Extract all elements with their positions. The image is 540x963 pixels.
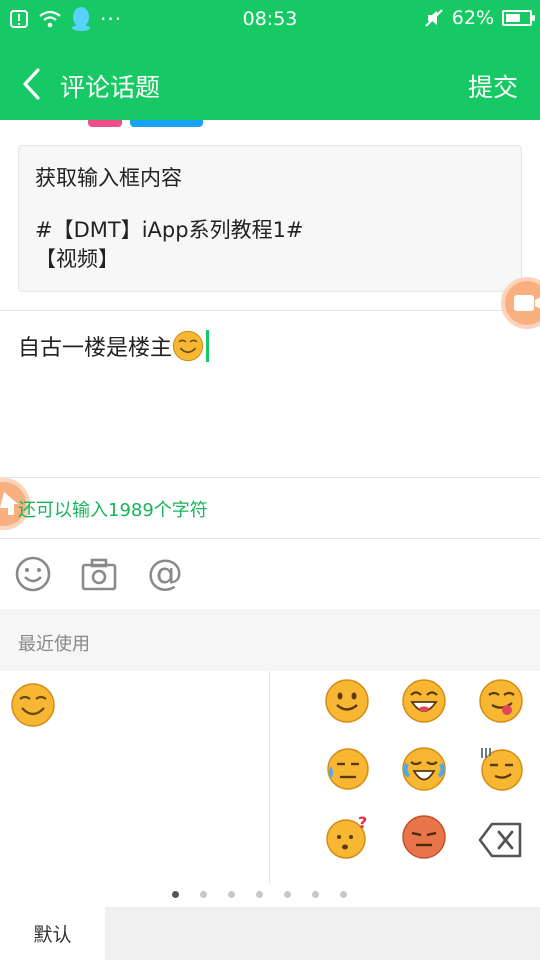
emoji-toggle-icon[interactable]	[14, 555, 52, 593]
page-dot[interactable]	[172, 891, 179, 898]
topic-card: 获取输入框内容 #【DMT】iApp系列教程1# 【视频】	[18, 145, 522, 292]
emoji-tongue[interactable]	[478, 678, 524, 724]
comment-input[interactable]: 自古一楼是楼主	[18, 330, 210, 362]
topic-tags	[0, 120, 540, 128]
camera-icon[interactable]	[80, 555, 118, 593]
panel-separator	[269, 671, 270, 883]
emoji-grin-squint[interactable]	[10, 682, 56, 728]
emoji-cry-laugh[interactable]	[401, 746, 447, 792]
battery-icon	[502, 10, 535, 26]
video-icon	[514, 295, 540, 311]
divider	[0, 310, 540, 311]
page-dot[interactable]	[312, 891, 319, 898]
emoji-panel: 最近使用 ?	[0, 609, 540, 907]
battery-percent: 62%	[451, 7, 494, 29]
emoji-laugh[interactable]	[401, 678, 447, 724]
mute-icon	[425, 9, 443, 27]
page-indicator	[0, 889, 540, 901]
mention-button[interactable]: @	[146, 555, 184, 593]
recent-title: 最近使用	[18, 634, 90, 655]
svg-text:?: ?	[358, 814, 367, 832]
floating-video-button[interactable]	[501, 277, 540, 329]
topic-video-tag: 【视频】	[35, 246, 119, 271]
emoji-smile[interactable]	[324, 678, 370, 724]
topic-hashtag: #【DMT】iApp系列教程1#	[35, 218, 304, 243]
text-caret	[206, 330, 210, 362]
emoji-awkward[interactable]	[478, 746, 524, 792]
topic-title: 获取输入框内容	[35, 166, 182, 190]
comment-input-text: 自古一楼是楼主	[18, 336, 173, 361]
page-dot[interactable]	[200, 891, 207, 898]
emoji-grin-squint-inline	[172, 330, 204, 362]
tab-default[interactable]: 默认	[0, 907, 105, 960]
emoji-tab-bar: 默认	[0, 907, 540, 960]
divider	[0, 477, 540, 478]
page-dot[interactable]	[340, 891, 347, 898]
page-dot[interactable]	[256, 891, 263, 898]
backspace-icon[interactable]	[478, 817, 524, 863]
recent-header: 最近使用	[0, 609, 540, 671]
char-counter: 还可以输入1989个字符	[18, 500, 208, 521]
emoji-confused[interactable]: ?	[324, 814, 370, 860]
nav-bar: 评论话题 提交	[0, 48, 540, 120]
input-toolbar: @	[0, 539, 540, 609]
status-bar: ··· 08:53 62%	[0, 0, 540, 38]
page-dot[interactable]	[228, 891, 235, 898]
app-header: ··· 08:53 62% 评论话题 提交	[0, 0, 540, 120]
back-arrow-icon[interactable]	[18, 64, 48, 104]
emoji-sweat[interactable]	[324, 746, 370, 792]
tag-badge-pink	[88, 120, 122, 127]
page-dot[interactable]	[284, 891, 291, 898]
tag-badge-blue	[130, 120, 203, 127]
emoji-angry-red[interactable]	[401, 814, 447, 860]
submit-button[interactable]: 提交	[468, 68, 518, 104]
page-title: 评论话题	[60, 73, 161, 102]
